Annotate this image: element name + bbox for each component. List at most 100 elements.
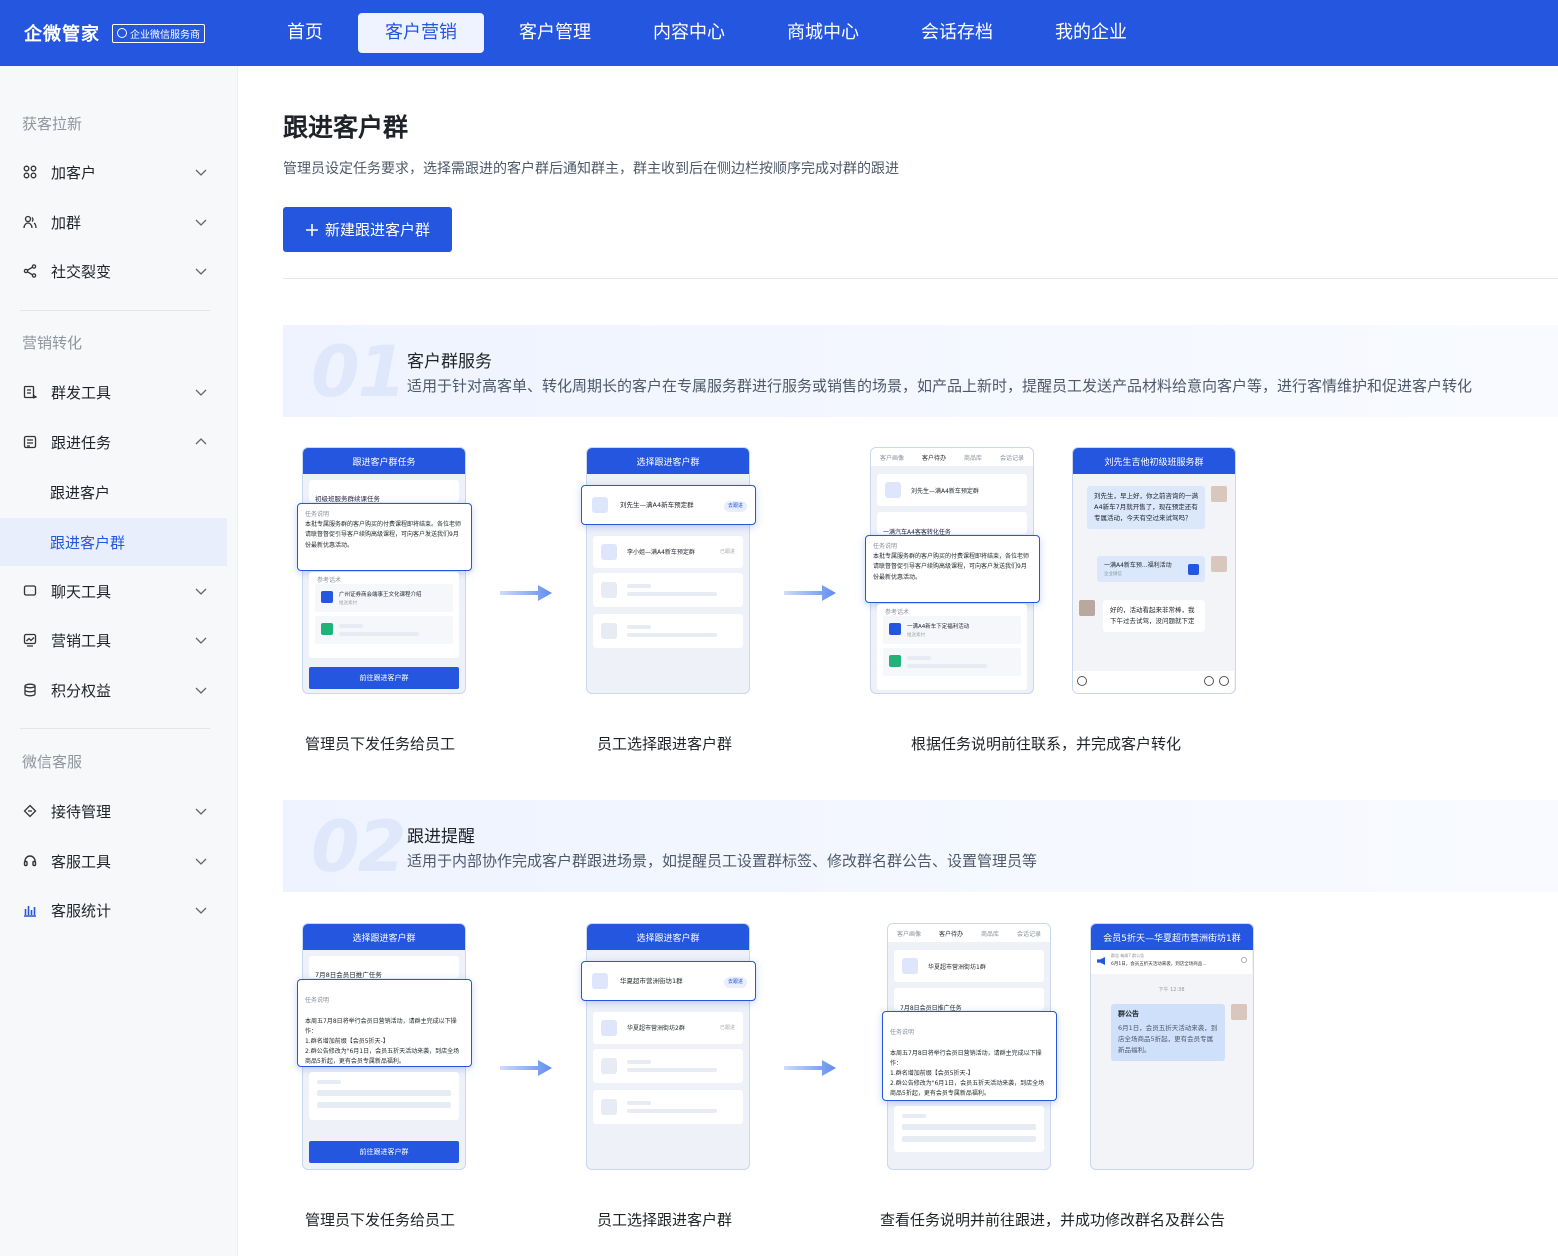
- sidebar-item-follow-task[interactable]: 跟进任务: [0, 420, 227, 464]
- sidebar-item-label: 客服工具: [51, 852, 112, 871]
- headset-icon: [22, 853, 38, 869]
- nav-customer-marketing[interactable]: 客户营销: [358, 13, 484, 53]
- section-number: 01: [311, 331, 406, 413]
- group-row[interactable]: 李小姐—满A4新车预定群 已跟进: [593, 536, 743, 568]
- chevron-up-icon: [195, 438, 207, 445]
- popup-text: 本周五7月8日将举行会员日营销活动，请群主完成以下操作： 1.群名增加前缀【会员…: [890, 1049, 1045, 1098]
- nav-home[interactable]: 首页: [260, 13, 350, 53]
- popup-label: 任务说明: [305, 511, 330, 518]
- sidebar-tabs: 客户画像 客户待办 商品库 会话记录: [871, 448, 1033, 466]
- voice-icon[interactable]: [1077, 676, 1087, 686]
- nav-my-company[interactable]: 我的企业: [1028, 13, 1154, 53]
- chevron-down-icon: [195, 268, 207, 275]
- nav-customer-management[interactable]: 客户管理: [492, 13, 618, 53]
- chat-message-link[interactable]: 一满A4新车预...福利活动 企业微信: [1097, 556, 1205, 582]
- placeholder-row: [593, 614, 743, 648]
- group-name: 李小姐—满A4新车预定群: [627, 549, 695, 556]
- tab-chat-records[interactable]: 会话记录: [1000, 453, 1024, 462]
- mockup-header: 会员5折天—华夏超市营洲街坊1群: [1091, 924, 1253, 950]
- sidebar-group-wechat-service: 微信客服: [22, 753, 83, 771]
- nav-content-center[interactable]: 内容中心: [626, 13, 752, 53]
- nav-mall-center[interactable]: 商城中心: [760, 13, 886, 53]
- tab-customer-todo[interactable]: 客户待办: [939, 929, 963, 938]
- reference-item-2: [315, 616, 453, 644]
- reference-card: 参考话术 广州证券商会端事王文化课程介绍 推送素材: [309, 572, 459, 658]
- pinned-notice[interactable]: 群告 每周7 群公告 6月1日，会员五折天活动来袭，到店全场商品...: [1091, 950, 1252, 974]
- ref-label: 参考话术: [317, 577, 342, 584]
- sidebar-item-points-rights[interactable]: 积分权益: [0, 668, 227, 712]
- sidebar-item-label: 跟进任务: [51, 433, 112, 452]
- sidebar-item-marketing-tools[interactable]: 营销工具: [0, 618, 227, 662]
- tab-products[interactable]: 商品库: [964, 453, 982, 462]
- doc-icon: [889, 623, 901, 635]
- popup-label: 任务说明: [890, 1029, 915, 1037]
- brand[interactable]: 企微管家 企业微信服务商: [24, 20, 260, 46]
- mockup-header: 刘先生吉他初级班服务群: [1073, 448, 1235, 474]
- sidebar-item-label: 客服统计: [51, 901, 112, 920]
- emoji-icon[interactable]: [1204, 676, 1214, 686]
- brand-badge: 企业微信服务商: [112, 23, 205, 43]
- group-row-selected[interactable]: 刘先生—满A4新车预定群 去跟进: [581, 485, 756, 525]
- group-name: 华夏超市营洲街坊1群: [620, 977, 683, 985]
- sidebar-item-label: 积分权益: [51, 681, 112, 700]
- mockup-header: 选择跟进客户群: [587, 924, 749, 950]
- section-title: 跟进提醒: [407, 827, 475, 847]
- mockup-header: 跟进客户群任务: [303, 448, 465, 474]
- tab-customer-profile[interactable]: 客户画像: [880, 453, 904, 462]
- nav-chat-archive[interactable]: 会话存档: [894, 13, 1020, 53]
- sidebar-item-label: 营销工具: [51, 631, 112, 650]
- sidebar-divider: [20, 728, 210, 729]
- placeholder-row: [593, 1049, 743, 1083]
- sidebar-item-service-stats[interactable]: 客服统计: [0, 888, 227, 932]
- sidebar-item-follow-customer[interactable]: 跟进客户: [0, 470, 227, 514]
- tab-products[interactable]: 商品库: [981, 929, 999, 938]
- chevron-down-icon: [195, 169, 207, 176]
- megaphone-icon: [1097, 957, 1105, 965]
- doc-icon: [321, 591, 333, 603]
- step-caption: 管理员下发任务给员工: [305, 735, 456, 753]
- mockup-group-chat: 会员5折天—华夏超市营洲街坊1群 群告 每周7 群公告 6月1日，会员五折天活动…: [1090, 923, 1254, 1170]
- go-follow-tag[interactable]: 去跟进: [723, 501, 747, 512]
- group-row[interactable]: 华夏超市营洲街坊2群 已跟进: [593, 1012, 743, 1044]
- sidebar-item-label: 加客户: [51, 163, 97, 182]
- sidebar-group-convert: 营销转化: [22, 334, 83, 352]
- sidebar-item-group-send[interactable]: 群发工具: [0, 370, 227, 414]
- divider: [283, 278, 1558, 279]
- mockup-header: 选择跟进客户群: [303, 924, 465, 950]
- placeholder-row: [593, 573, 743, 607]
- task-title-card: 7月8日会员日推广任务: [894, 988, 1044, 1012]
- close-icon[interactable]: [1241, 957, 1247, 963]
- avatar: [1211, 486, 1227, 502]
- go-follow-group-button[interactable]: 前往跟进客户群: [309, 1141, 459, 1163]
- excel-icon: [321, 623, 333, 635]
- chevron-down-icon: [195, 687, 207, 694]
- sidebar-item-chat-tools[interactable]: 聊天工具: [0, 569, 227, 613]
- ref-item: 广州证券商会端事王文化课程介绍: [339, 592, 422, 598]
- go-follow-group-button[interactable]: 前往跟进客户群: [309, 667, 459, 689]
- plus-circle-icon[interactable]: [1219, 676, 1229, 686]
- sidebar-item-social-fission[interactable]: 社交裂变: [0, 249, 227, 293]
- placeholder-card: [309, 1072, 459, 1120]
- section-title: 客户群服务: [407, 352, 492, 372]
- new-follow-group-button[interactable]: 新建跟进客户群: [283, 207, 452, 252]
- avatar: [1079, 600, 1095, 616]
- chevron-down-icon: [195, 588, 207, 595]
- sidebar-item-service-tools[interactable]: 客服工具: [0, 839, 227, 883]
- group-icon: [601, 1020, 617, 1036]
- tab-customer-todo[interactable]: 客户待办: [922, 453, 946, 462]
- group-row-selected[interactable]: 华夏超市营洲街坊1群 去跟进: [581, 961, 756, 1001]
- brand-name: 企微管家: [24, 24, 100, 45]
- group-icon: [885, 482, 901, 498]
- sidebar-item-reception-mgmt[interactable]: 接待管理: [0, 789, 227, 833]
- sidebar-item-add-group[interactable]: 加群: [0, 200, 227, 244]
- popup-text: 本批专属服务群的客户购买的付费课程即将结束，各位老师请联督督促引导客户续购高级课…: [873, 553, 1030, 581]
- chat-input-bar[interactable]: [1073, 671, 1234, 693]
- tab-chat-records[interactable]: 会话记录: [1017, 929, 1041, 938]
- task-description-popup: 任务说明 本周五7月8日将举行会员日营销活动，请群主完成以下操作： 1.群名增加…: [297, 979, 472, 1067]
- sidebar-item-follow-group[interactable]: 跟进客户群: [0, 518, 227, 566]
- go-follow-tag[interactable]: 去跟进: [723, 977, 747, 988]
- sidebar-item-add-customer[interactable]: 加客户: [0, 150, 227, 194]
- section-follow-reminder: 02 跟进提醒 适用于内部协作完成客户群跟进场景，如提醒员工设置群标签、修改群名…: [283, 800, 1558, 892]
- tab-customer-profile[interactable]: 客户画像: [897, 929, 921, 938]
- sidebar-item-label: 群发工具: [51, 383, 112, 402]
